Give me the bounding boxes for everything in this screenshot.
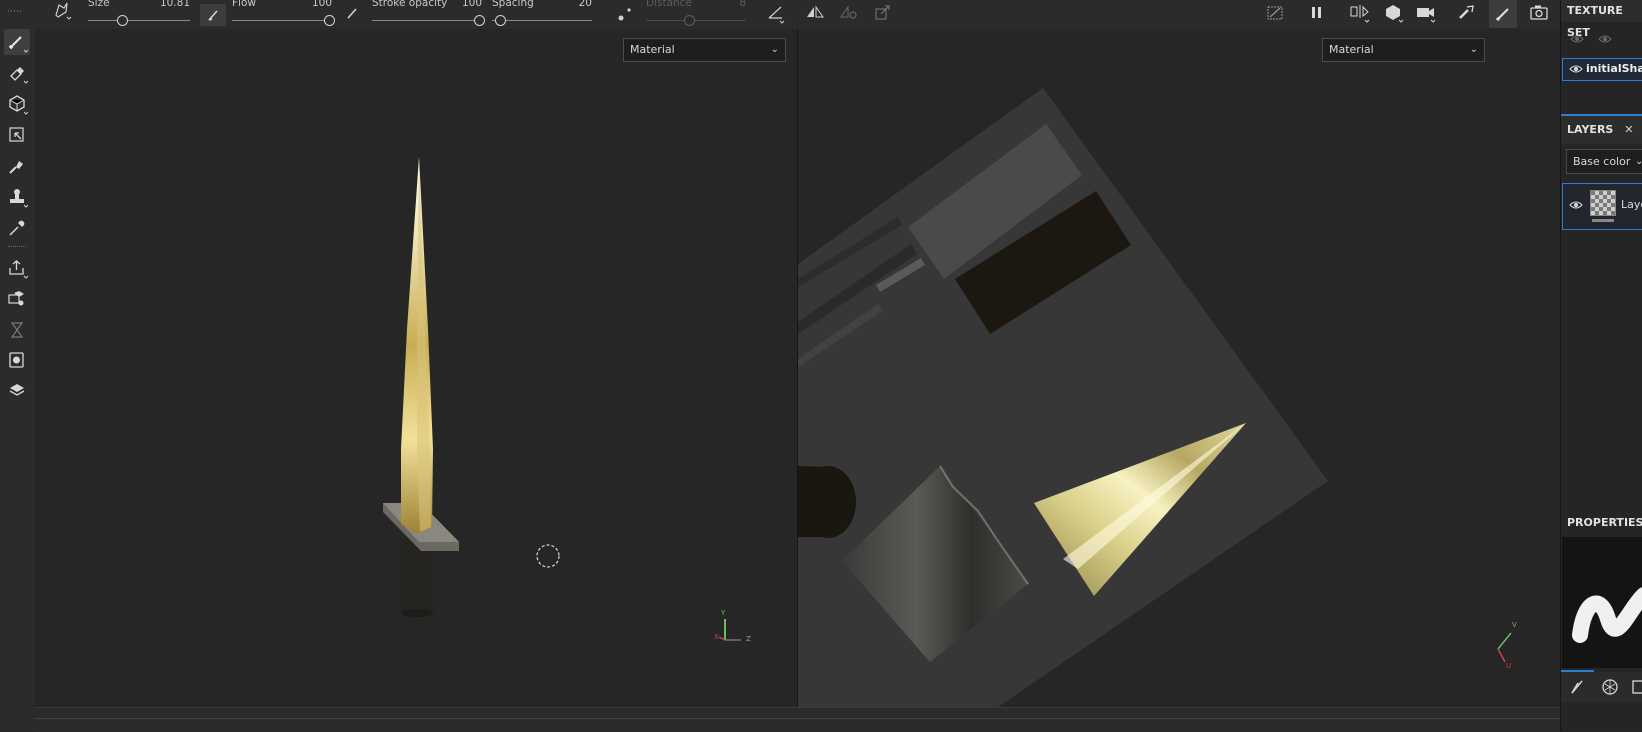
spacing-track bbox=[492, 20, 592, 21]
flow-slider[interactable]: Flow 100 bbox=[232, 0, 335, 28]
size-label: Size bbox=[88, 0, 110, 9]
eraser-tool[interactable] bbox=[4, 60, 30, 86]
texture-set-header: TEXTURE SET bbox=[1561, 0, 1642, 39]
stroke-angle-icon[interactable] bbox=[765, 2, 787, 24]
chevron-down-icon: ⌄ bbox=[1635, 156, 1642, 167]
iray-render-icon[interactable] bbox=[1456, 2, 1478, 24]
history-icon[interactable] bbox=[4, 317, 30, 343]
display-settings-icon[interactable] bbox=[1382, 2, 1404, 24]
stencil-tab-icon[interactable] bbox=[1631, 678, 1642, 699]
channel-label: Base color bbox=[1573, 155, 1631, 168]
distance-slider: Distance 8 bbox=[646, 0, 746, 28]
layer-mask-bar bbox=[1592, 219, 1614, 222]
brush-preset-icon[interactable] bbox=[50, 0, 72, 22]
size-value: 10.81 bbox=[159, 0, 190, 9]
distance-track bbox=[646, 20, 746, 21]
layers-title: LAYERS bbox=[1567, 123, 1614, 136]
smudge-tool[interactable] bbox=[4, 153, 30, 179]
paint-tool[interactable] bbox=[4, 29, 30, 55]
stroke-opacity-slider[interactable]: Stroke opacity 100 bbox=[372, 0, 485, 28]
texture-set-item[interactable]: initialShadi bbox=[1562, 58, 1642, 81]
brush-preview bbox=[1562, 537, 1642, 668]
uv-texture-view bbox=[798, 88, 1512, 707]
stroke-opacity-pressure-icon[interactable] bbox=[341, 2, 363, 24]
layer-row[interactable]: Laye bbox=[1562, 183, 1642, 230]
bake-tool[interactable] bbox=[4, 286, 30, 312]
axis-z-label: Z bbox=[746, 635, 751, 643]
shelf-tool[interactable] bbox=[4, 378, 30, 404]
transform-icon[interactable] bbox=[871, 2, 893, 24]
layer-thumbnail bbox=[1590, 190, 1616, 216]
viewport-3d[interactable]: Material ⌄ Y X Z bbox=[35, 29, 798, 707]
clone-tool[interactable] bbox=[4, 184, 30, 210]
material-mode-select-2d[interactable]: Material ⌄ bbox=[1322, 38, 1485, 62]
display-settings-tool[interactable] bbox=[4, 347, 30, 373]
stroke-opacity-track bbox=[372, 20, 482, 21]
axis-y-label: Y bbox=[721, 609, 726, 617]
flow-label: Flow bbox=[232, 0, 256, 9]
distance-label: Distance bbox=[646, 0, 692, 9]
properties-header: PROPERTIES - bbox=[1561, 511, 1642, 553]
texture-set-visibility-icons[interactable] bbox=[1569, 31, 1629, 50]
projection-tool[interactable] bbox=[4, 91, 30, 117]
texture-set-name: initialShadi bbox=[1586, 62, 1642, 75]
distance-value: 8 bbox=[739, 0, 746, 9]
close-icon[interactable]: ✕ bbox=[1624, 123, 1633, 136]
size-slider[interactable]: Size 10.81 bbox=[88, 0, 190, 28]
size-track bbox=[88, 20, 190, 21]
brush-tab-icon[interactable] bbox=[1569, 678, 1587, 699]
polygon-fill-tool[interactable] bbox=[4, 122, 30, 148]
axis-x-label: X bbox=[714, 633, 719, 641]
axis-u-label: U bbox=[1506, 662, 1512, 670]
paint-mode-icon[interactable] bbox=[1489, 0, 1517, 28]
channel-select[interactable]: Base color ⌄ bbox=[1566, 149, 1642, 174]
hide-icon[interactable] bbox=[1264, 2, 1286, 24]
material-mode-label-2d: Material bbox=[1329, 43, 1374, 56]
dagger-3d-model bbox=[383, 157, 741, 641]
menu-grip-icon[interactable] bbox=[4, 0, 26, 22]
spacing-value: 20 bbox=[578, 0, 592, 9]
left-toolbar bbox=[0, 29, 36, 731]
screenshot-icon[interactable] bbox=[1528, 2, 1550, 24]
eye-icon[interactable] bbox=[1569, 62, 1583, 79]
stroke-opacity-label: Stroke opacity bbox=[372, 0, 448, 9]
flow-pressure-icon[interactable] bbox=[200, 4, 226, 26]
pause-icon[interactable] bbox=[1306, 2, 1328, 24]
properties-tabs bbox=[1561, 672, 1642, 702]
export-tool[interactable] bbox=[4, 255, 30, 281]
bottom-scrollbar[interactable] bbox=[35, 718, 1560, 719]
color-picker-tool[interactable] bbox=[4, 215, 30, 241]
lazy-mouse-icon[interactable] bbox=[614, 3, 636, 25]
viewport-2d[interactable]: Material ⌄ V U bbox=[798, 29, 1560, 707]
camera-icon[interactable] bbox=[1414, 2, 1436, 24]
symmetry-settings-icon[interactable] bbox=[838, 2, 860, 24]
toolbar-divider bbox=[8, 246, 26, 248]
distance-knob bbox=[684, 15, 695, 26]
eye-icon[interactable] bbox=[1569, 198, 1583, 215]
stroke-opacity-value: 100 bbox=[461, 0, 482, 9]
split-view-icon[interactable] bbox=[1348, 2, 1370, 24]
spacing-slider[interactable]: Spacing 20 bbox=[492, 0, 592, 28]
size-knob[interactable] bbox=[117, 15, 128, 26]
chevron-down-icon: ⌄ bbox=[1469, 44, 1478, 55]
flow-knob[interactable] bbox=[324, 15, 335, 26]
layer-name: Laye bbox=[1621, 198, 1642, 211]
material-tab-icon[interactable] bbox=[1601, 678, 1619, 699]
spacing-label: Spacing bbox=[492, 0, 534, 9]
axis-v-label: V bbox=[1512, 621, 1517, 629]
flow-value: 100 bbox=[311, 0, 332, 9]
spacing-knob[interactable] bbox=[495, 15, 506, 26]
flow-track bbox=[232, 20, 332, 21]
layers-header: LAYERS ✕ bbox=[1561, 116, 1642, 144]
bottom-status-bar bbox=[35, 707, 1560, 732]
symmetry-icon[interactable] bbox=[804, 2, 826, 24]
top-toolbar: Size 10.81 Flow 100 Stroke opacity 100 S… bbox=[0, 0, 1560, 30]
right-panel: TEXTURE SET initialShadi LAYERS ✕ Base c… bbox=[1560, 0, 1642, 731]
stroke-opacity-knob[interactable] bbox=[474, 15, 485, 26]
